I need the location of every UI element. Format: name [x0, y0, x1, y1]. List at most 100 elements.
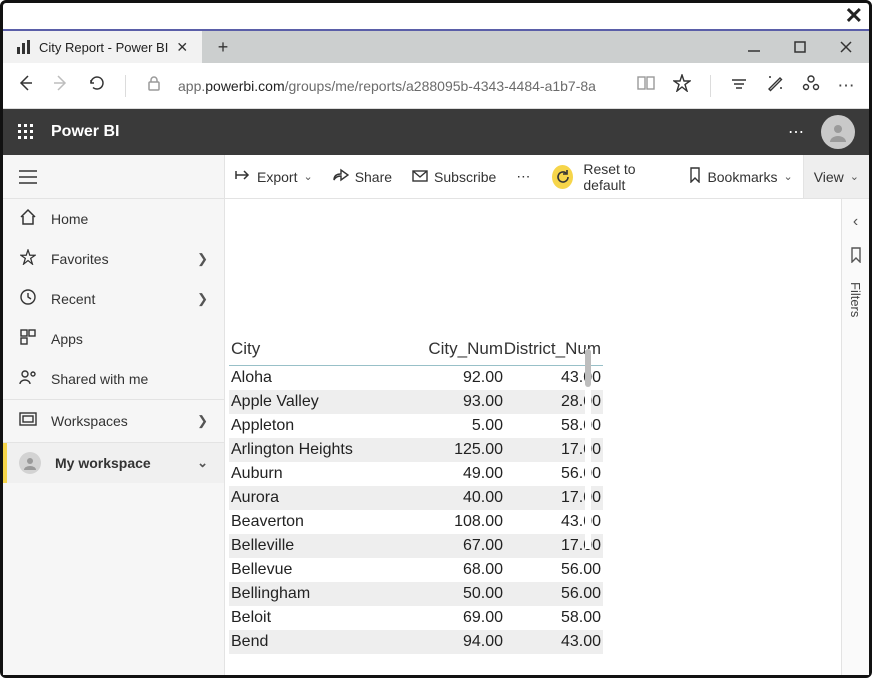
cell-city-num: 92.00 [399, 369, 503, 387]
table-row[interactable]: Aurora40.0017.00 [229, 486, 603, 510]
toolbar-more-icon[interactable]: ⋯ [506, 168, 542, 185]
chevron-down-icon: ⌄ [303, 170, 312, 183]
right-rail: ‹ Filters [841, 199, 869, 675]
tool-view[interactable]: View ⌄ [803, 155, 869, 198]
share-arrow-icon [333, 168, 349, 185]
tool-reset[interactable]: Reset to default [542, 155, 679, 198]
app-brand[interactable]: Power BI [51, 123, 119, 141]
url-field[interactable]: app.powerbi.com/groups/me/reports/a28809… [178, 78, 622, 94]
table-row[interactable]: Appleton5.0058.00 [229, 414, 603, 438]
chevron-down-icon: ⌄ [197, 455, 208, 471]
browser-tab-strip: City Report - Power BI ✕ + [3, 29, 869, 63]
cell-city: Appleton [229, 417, 399, 435]
nav-my-workspace[interactable]: My workspace ⌄ [3, 443, 224, 483]
new-tab-button[interactable]: + [203, 31, 243, 63]
browser-tab[interactable]: City Report - Power BI ✕ [3, 31, 203, 63]
nav-home[interactable]: Home [3, 199, 224, 239]
tool-export-label: Export [257, 169, 297, 185]
table-row[interactable]: Bend94.0043.00 [229, 630, 603, 654]
sidebar-toggle[interactable] [3, 155, 224, 199]
cell-city: Bellevue [229, 561, 399, 579]
cell-city: Belleville [229, 537, 399, 555]
app-header: Power BI ⋯ [3, 109, 869, 155]
mail-icon [412, 169, 428, 185]
window-minimize-button[interactable] [731, 31, 777, 63]
cell-city-num: 49.00 [399, 465, 503, 483]
cell-city: Auburn [229, 465, 399, 483]
nav-shared[interactable]: Shared with me [3, 359, 224, 399]
tool-export[interactable]: Export ⌄ [225, 155, 323, 198]
chevron-right-icon: ❯ [197, 291, 208, 307]
nav-workspaces[interactable]: Workspaces ❯ [3, 399, 224, 443]
cell-city-num: 93.00 [399, 393, 503, 411]
tool-bookmarks-label: Bookmarks [707, 169, 777, 185]
cell-city: Beloit [229, 609, 399, 627]
cell-city: Aloha [229, 369, 399, 387]
cell-city-num: 67.00 [399, 537, 503, 555]
chevron-down-icon: ⌄ [850, 170, 859, 183]
window-maximize-button[interactable] [777, 31, 823, 63]
nav-workspaces-label: Workspaces [51, 413, 183, 429]
data-table[interactable]: City City_Num District_Num Aloha92.0043.… [229, 339, 603, 675]
cell-city: Bend [229, 633, 399, 651]
table-row[interactable]: Arlington Heights125.0017.00 [229, 438, 603, 462]
tool-reset-label: Reset to default [583, 161, 669, 193]
nav-recent[interactable]: Recent ❯ [3, 279, 224, 319]
tool-bookmarks[interactable]: Bookmarks ⌄ [679, 155, 802, 198]
bookmark-outline-icon[interactable] [849, 247, 863, 266]
nav-back-button[interactable] [13, 74, 37, 97]
cell-city-num: 5.00 [399, 417, 503, 435]
panel-close-icon[interactable]: ✕ [845, 3, 863, 29]
window-close-button[interactable] [823, 31, 869, 63]
nav-favorites-label: Favorites [51, 251, 183, 267]
undo-icon [552, 165, 573, 189]
apps-icon [19, 329, 37, 350]
cell-city-num: 69.00 [399, 609, 503, 627]
tab-close-icon[interactable]: ✕ [176, 39, 188, 56]
table-row[interactable]: Auburn49.0056.00 [229, 462, 603, 486]
col-city-num[interactable]: City_Num [399, 339, 503, 359]
table-row[interactable]: Bellingham50.0056.00 [229, 582, 603, 606]
nav-favorites[interactable]: Favorites ❯ [3, 239, 224, 279]
table-row[interactable]: Beloit69.0058.00 [229, 606, 603, 630]
hub-icon[interactable] [727, 76, 751, 96]
collapse-left-icon[interactable]: ‹ [853, 213, 858, 231]
scrollbar-thumb[interactable] [585, 349, 591, 387]
filters-pane-toggle[interactable]: Filters [848, 282, 863, 317]
cell-city-num: 108.00 [399, 513, 503, 531]
notes-icon[interactable] [763, 74, 787, 97]
nav-forward-button[interactable] [49, 74, 73, 97]
tool-share[interactable]: Share [323, 155, 402, 198]
cell-city-num: 94.00 [399, 633, 503, 651]
home-icon [19, 208, 37, 231]
tool-subscribe[interactable]: Subscribe [402, 155, 506, 198]
app-more-icon[interactable]: ⋯ [788, 122, 805, 142]
table-row[interactable]: Aloha92.0043.00 [229, 366, 603, 390]
table-row[interactable]: Apple Valley93.0028.00 [229, 390, 603, 414]
table-row[interactable]: Bellevue68.0056.00 [229, 558, 603, 582]
cell-district-num: 56.00 [503, 585, 603, 603]
browser-more-icon[interactable]: ⋯ [835, 76, 859, 96]
col-city[interactable]: City [229, 339, 399, 359]
user-avatar[interactable] [821, 115, 855, 149]
table-row[interactable]: Belleville67.0017.00 [229, 534, 603, 558]
nav-shared-label: Shared with me [51, 371, 208, 387]
reading-mode-icon[interactable] [634, 75, 658, 96]
favorite-star-icon[interactable] [670, 74, 694, 97]
table-row[interactable]: Beaverton108.0043.00 [229, 510, 603, 534]
nav-home-label: Home [51, 211, 208, 227]
share-icon[interactable] [799, 74, 823, 97]
table-header-row: City City_Num District_Num [229, 339, 603, 366]
nav-refresh-button[interactable] [85, 74, 109, 97]
nav-my-workspace-label: My workspace [55, 455, 183, 471]
report-canvas[interactable]: City City_Num District_Num Aloha92.0043.… [225, 199, 841, 675]
chevron-right-icon: ❯ [197, 413, 208, 429]
nav-apps[interactable]: Apps [3, 319, 224, 359]
url-path: /groups/me/reports/a288095b-4343-4484-a1… [285, 78, 596, 94]
table-scrollbar[interactable] [585, 349, 591, 549]
tab-title: City Report - Power BI [39, 40, 168, 55]
app-launcher-icon[interactable] [17, 123, 35, 141]
export-icon [235, 168, 251, 185]
cell-city: Beaverton [229, 513, 399, 531]
left-sidebar: Home Favorites ❯ Recent ❯ Apps [3, 155, 225, 675]
